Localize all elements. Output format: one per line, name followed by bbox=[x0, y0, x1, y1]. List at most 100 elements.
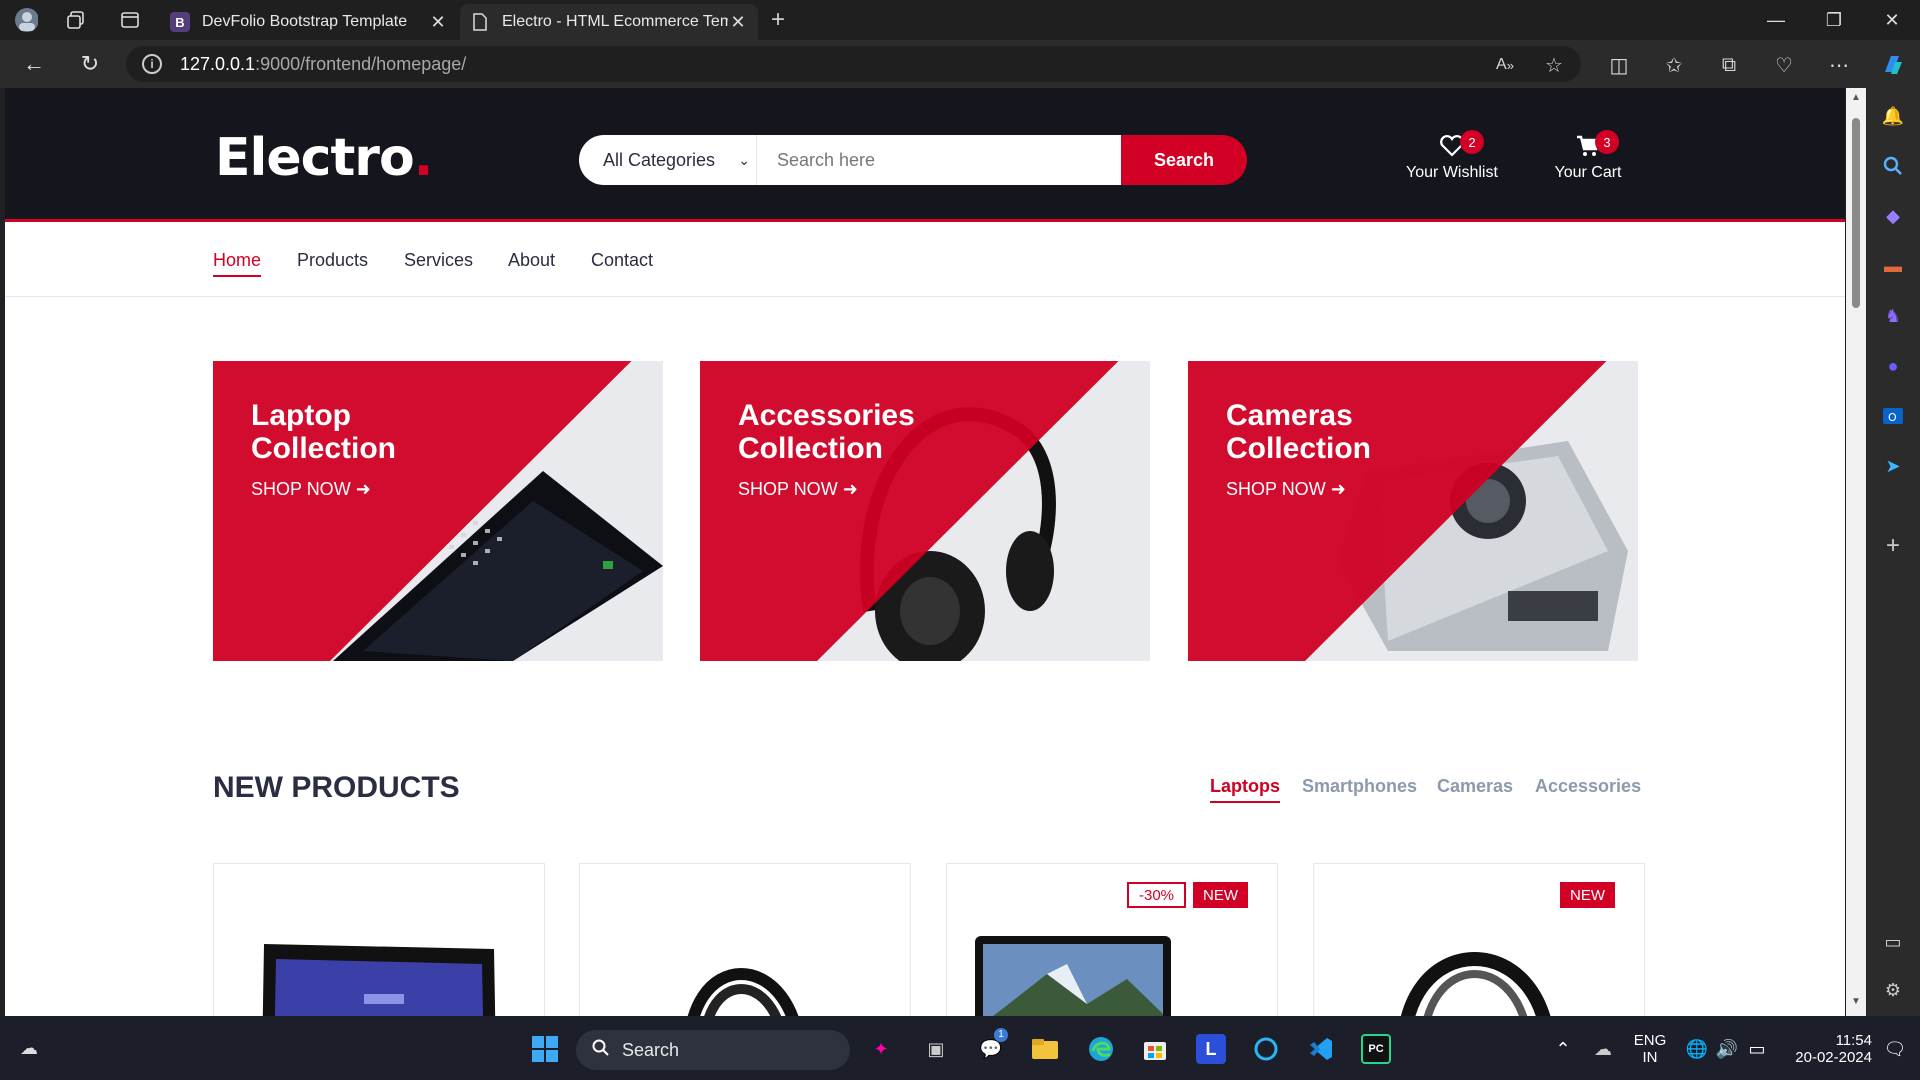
restore-icon[interactable]: ❐ bbox=[1806, 0, 1862, 40]
outlook-icon[interactable]: O bbox=[1881, 404, 1905, 428]
tab-smartphones[interactable]: Smartphones bbox=[1302, 776, 1417, 797]
send-icon[interactable]: ➤ bbox=[1881, 454, 1905, 478]
new-tab-icon[interactable]: + bbox=[766, 6, 790, 33]
volume-icon[interactable]: 🔊 bbox=[1712, 1034, 1742, 1064]
vscode-icon[interactable] bbox=[1306, 1034, 1336, 1064]
site-logo[interactable]: Electro. bbox=[215, 128, 433, 188]
cortana-ring-icon[interactable] bbox=[1251, 1034, 1281, 1064]
back-icon[interactable]: ← bbox=[20, 50, 48, 78]
read-aloud-icon[interactable]: A» bbox=[1492, 52, 1518, 78]
accessories-collection-banner[interactable]: Accessories Collection SHOP NOW ➜ bbox=[700, 361, 1150, 661]
chevron-down-icon: ⌄ bbox=[738, 152, 750, 168]
scrollbar-thumb[interactable] bbox=[1852, 118, 1860, 308]
laptop-collection-banner[interactable]: Laptop Collection SHOP NOW ➜ bbox=[213, 361, 663, 661]
tab-cameras[interactable]: Cameras bbox=[1437, 776, 1513, 797]
sidebar-panel-icon[interactable]: ▭ bbox=[1881, 930, 1905, 954]
split-screen-icon[interactable]: ◫ bbox=[1606, 52, 1632, 78]
favorites-icon[interactable]: ✩ bbox=[1661, 52, 1687, 78]
page-scrollbar[interactable]: ▲ ▼ bbox=[1846, 88, 1866, 1016]
region-code: IN bbox=[1642, 1049, 1658, 1066]
profile-avatar[interactable] bbox=[14, 8, 38, 32]
windows-start-icon[interactable] bbox=[530, 1034, 560, 1064]
bootstrap-favicon-icon: B bbox=[170, 12, 190, 32]
logo-text: Electro bbox=[215, 128, 415, 188]
weather-icon[interactable]: ☁ bbox=[14, 1033, 44, 1063]
nav-services[interactable]: Services bbox=[404, 250, 473, 271]
svg-text:O: O bbox=[1888, 411, 1897, 424]
settings-more-icon[interactable]: ⋯ bbox=[1826, 52, 1852, 78]
search-icon[interactable] bbox=[1881, 154, 1905, 178]
tab-devfolio[interactable]: B DevFolio Bootstrap Template ✕ bbox=[160, 4, 458, 40]
favorite-star-icon[interactable]: ☆ bbox=[1541, 52, 1567, 78]
copilot-preview-icon[interactable]: ✦ bbox=[866, 1034, 896, 1064]
category-select[interactable]: All Categories ⌄ bbox=[579, 135, 757, 185]
product-card[interactable]: NEW bbox=[1313, 863, 1645, 1016]
gear-icon[interactable]: ⚙ bbox=[1881, 978, 1905, 1002]
arrow-circle-right-icon: ➜ bbox=[842, 479, 858, 499]
close-tab-icon[interactable]: ✕ bbox=[428, 12, 448, 33]
page-viewport: Electro. All Categories ⌄ Search Your Wi… bbox=[5, 88, 1845, 1016]
show-hidden-icons-chevron-icon[interactable]: ⌃ bbox=[1548, 1034, 1578, 1064]
file-explorer-icon[interactable] bbox=[1030, 1034, 1060, 1064]
nav-about[interactable]: About bbox=[508, 250, 555, 271]
site-info-icon[interactable]: i bbox=[142, 54, 162, 74]
discount-badge: -30% bbox=[1127, 882, 1187, 908]
url-host: 127.0.0.1 bbox=[180, 53, 256, 74]
search-button[interactable]: Search bbox=[1121, 135, 1247, 185]
address-bar-row: ← ↻ i 127.0.0.1:9000/frontend/homepage/ … bbox=[0, 40, 1920, 88]
refresh-icon[interactable]: ↻ bbox=[76, 50, 104, 78]
product-card[interactable] bbox=[213, 863, 545, 1016]
games-icon[interactable]: ♞ bbox=[1881, 304, 1905, 328]
shop-now-link[interactable]: SHOP NOW ➜ bbox=[738, 479, 858, 500]
product-card[interactable]: -30% NEW bbox=[946, 863, 1278, 1016]
clock[interactable]: 11:54 20-02-2024 bbox=[1782, 1032, 1872, 1066]
nav-contact[interactable]: Contact bbox=[591, 250, 653, 271]
add-sidebar-app-icon[interactable]: + bbox=[1881, 532, 1905, 559]
network-globe-icon[interactable]: 🌐 bbox=[1682, 1034, 1712, 1064]
tab-accessories[interactable]: Accessories bbox=[1535, 776, 1641, 797]
workspaces-icon[interactable] bbox=[64, 8, 88, 32]
page-favicon-icon bbox=[470, 12, 490, 32]
tools-briefcase-icon[interactable]: ▬ bbox=[1881, 254, 1905, 278]
app-l-icon[interactable]: L bbox=[1196, 1034, 1226, 1064]
cart-count-badge: 3 bbox=[1595, 130, 1619, 154]
shopping-tag-icon[interactable]: ◆ bbox=[1881, 204, 1905, 228]
task-view-icon[interactable]: ▣ bbox=[921, 1034, 951, 1064]
url-path: :9000/frontend/homepage/ bbox=[255, 53, 467, 74]
close-tab-icon[interactable]: ✕ bbox=[728, 12, 748, 33]
notification-bell-icon[interactable]: 🔔 bbox=[1881, 104, 1905, 128]
tab-actions-icon[interactable] bbox=[118, 8, 142, 32]
taskbar-search[interactable]: Search bbox=[576, 1030, 850, 1070]
tablet-image bbox=[262, 944, 496, 1016]
scroll-down-icon[interactable]: ▼ bbox=[1851, 996, 1861, 1007]
nav-products[interactable]: Products bbox=[297, 250, 368, 271]
copilot-icon[interactable] bbox=[1880, 52, 1906, 78]
language-indicator[interactable]: ENG IN bbox=[1628, 1032, 1672, 1066]
url-field[interactable]: i 127.0.0.1:9000/frontend/homepage/ bbox=[126, 46, 1581, 82]
battery-icon[interactable]: ▭ bbox=[1742, 1034, 1772, 1064]
tab-laptops[interactable]: Laptops bbox=[1210, 776, 1280, 803]
minimize-icon[interactable]: — bbox=[1748, 0, 1804, 40]
edge-browser-icon[interactable] bbox=[1086, 1034, 1116, 1064]
tab-electro[interactable]: Electro - HTML Ecommerce Temp ✕ bbox=[460, 4, 758, 40]
wishlist-link[interactable]: Your Wishlist 2 bbox=[1402, 130, 1502, 182]
scroll-up-icon[interactable]: ▲ bbox=[1851, 92, 1861, 103]
teams-chat-icon[interactable]: 💬 1 bbox=[976, 1028, 1008, 1064]
shop-now-link[interactable]: SHOP NOW ➜ bbox=[1226, 479, 1346, 500]
cart-link[interactable]: Your Cart 3 bbox=[1543, 130, 1633, 182]
cameras-collection-banner[interactable]: Cameras Collection SHOP NOW ➜ bbox=[1188, 361, 1638, 661]
collections-icon[interactable]: ⧉ bbox=[1716, 52, 1742, 78]
pycharm-icon[interactable]: PC bbox=[1361, 1034, 1391, 1064]
product-card[interactable] bbox=[579, 863, 911, 1016]
microsoft-store-icon[interactable] bbox=[1140, 1034, 1170, 1064]
search-input[interactable] bbox=[757, 135, 1121, 185]
browser-essentials-icon[interactable]: ♡ bbox=[1771, 52, 1797, 78]
notification-center-icon[interactable]: 🗨 bbox=[1880, 1034, 1910, 1064]
collection-title: Cameras Collection bbox=[1226, 399, 1372, 465]
copilot-app-icon[interactable]: ● bbox=[1881, 354, 1905, 378]
shop-now-link[interactable]: SHOP NOW ➜ bbox=[251, 479, 371, 500]
nav-home[interactable]: Home bbox=[213, 250, 262, 277]
close-window-icon[interactable]: ✕ bbox=[1864, 0, 1920, 40]
edge-sidebar: 🔔 ◆ ▬ ♞ ● O ➤ + ▭ ⚙ bbox=[1867, 88, 1920, 1016]
onedrive-icon[interactable]: ☁ bbox=[1588, 1034, 1618, 1064]
